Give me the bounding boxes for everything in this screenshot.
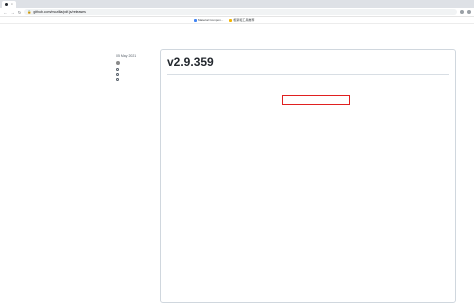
bookmark-label: Material Compon... <box>198 18 224 22</box>
compare-link[interactable] <box>116 78 156 81</box>
commit-link[interactable] <box>116 73 156 76</box>
lock-icon: 🔒 <box>27 10 32 14</box>
bookmark-label: 框架和工具推荐 <box>233 18 255 22</box>
profile-icon[interactable] <box>467 10 471 14</box>
bookmark-icon <box>194 18 197 22</box>
url-text: github.com/mozilla/pdf.js/releases <box>33 10 86 14</box>
release-title[interactable]: v2.9.359 <box>167 56 449 69</box>
commit-icon <box>116 73 119 76</box>
release-date: 05 May 2021 <box>116 54 137 58</box>
compare-icon <box>116 78 119 81</box>
extension-icon[interactable] <box>460 10 464 14</box>
release-card: v2.9.359 <box>160 49 456 303</box>
release-sidebar: 05 May 2021 <box>116 54 156 83</box>
tag-link[interactable] <box>116 68 156 71</box>
avatar <box>116 61 120 65</box>
divider <box>167 74 449 75</box>
url-input[interactable]: 🔒 github.com/mozilla/pdf.js/releases <box>24 9 457 15</box>
bookmark-icon <box>229 18 233 22</box>
highlight-box <box>282 95 350 105</box>
bookmarks-bar: Material Compon... 框架和工具推荐 <box>0 17 474 24</box>
address-bar: ← → ↻ 🔒 github.com/mozilla/pdf.js/releas… <box>0 8 474 17</box>
tag-icon <box>116 68 119 71</box>
back-icon[interactable]: ← <box>3 10 8 15</box>
reload-icon[interactable]: ↻ <box>17 10 22 15</box>
bookmark-item[interactable]: 框架和工具推荐 <box>229 18 254 22</box>
github-icon <box>5 2 8 6</box>
browser-tab-active[interactable]: × <box>2 0 16 8</box>
close-icon[interactable]: × <box>11 2 13 6</box>
release-author[interactable] <box>116 61 156 65</box>
bookmark-item[interactable]: Material Compon... <box>194 18 223 22</box>
browser-tab-strip: × <box>0 0 474 8</box>
forward-icon[interactable]: → <box>10 10 15 15</box>
page-content: 05 May 2021 v2.9.359 <box>0 24 474 303</box>
